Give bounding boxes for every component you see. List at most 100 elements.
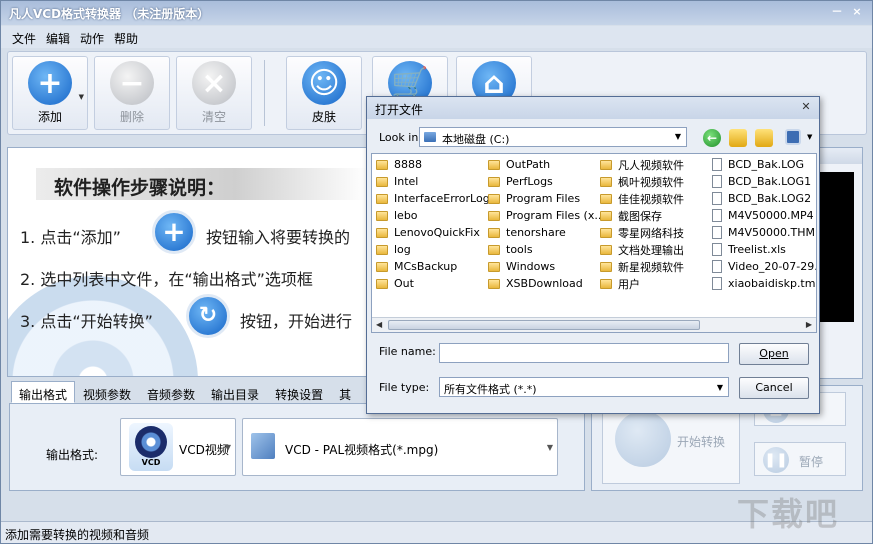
chevron-down-icon: ▼	[674, 132, 681, 141]
file-icon	[712, 158, 722, 171]
file-item[interactable]: BCD_Bak.LOG2	[712, 190, 816, 207]
folder-icon	[600, 193, 612, 204]
refresh-icon	[615, 411, 671, 467]
close-icon[interactable]: ✕	[799, 100, 813, 114]
chevron-down-icon[interactable]: ▼	[807, 133, 812, 141]
folder-item[interactable]: 枫叶视频软件	[600, 173, 684, 190]
item-label: 凡人视频软件	[618, 158, 684, 172]
file-icon	[712, 260, 722, 273]
pause-button[interactable]: ❚❚ 暂停	[754, 442, 846, 476]
tab-output-dir[interactable]: 输出目录	[203, 381, 267, 403]
scroll-right-icon[interactable]: ▶	[806, 320, 812, 329]
file-type-value: 所有文件格式 (*.*)	[444, 383, 537, 396]
drive-icon	[424, 132, 436, 142]
folder-item[interactable]: log	[376, 241, 490, 258]
folder-item[interactable]: 截图保存	[600, 207, 684, 224]
new-folder-icon[interactable]	[755, 129, 773, 147]
file-item[interactable]: Video_20-07-29...	[712, 258, 816, 275]
tab-audio-params[interactable]: 音频参数	[139, 381, 203, 403]
skin-button[interactable]: ☺ 皮肤	[286, 56, 362, 130]
scroll-left-icon[interactable]: ◀	[376, 320, 382, 329]
folder-icon	[488, 261, 500, 272]
folder-item[interactable]: OutPath	[488, 156, 605, 173]
item-label: tools	[506, 243, 533, 256]
menu-action[interactable]: 动作	[75, 26, 109, 48]
file-item[interactable]: Treelist.xls	[712, 241, 816, 258]
folder-item[interactable]: MCsBackup	[376, 258, 490, 275]
file-icon	[712, 192, 722, 205]
item-label: BCD_Bak.LOG1	[728, 175, 812, 188]
folder-item[interactable]: 新星视频软件	[600, 258, 684, 275]
menu-edit[interactable]: 编辑	[41, 26, 75, 48]
folder-item[interactable]: XSBDownload	[488, 275, 605, 292]
close-button[interactable]: ×	[848, 4, 866, 20]
file-name-input[interactable]	[439, 343, 729, 363]
folder-icon	[600, 210, 612, 221]
horizontal-scrollbar[interactable]: ◀ ▶	[372, 317, 816, 332]
file-item[interactable]: M4V50000.MP4	[712, 207, 816, 224]
item-label: Out	[394, 277, 414, 290]
back-icon[interactable]: ←	[703, 129, 721, 147]
view-menu-icon[interactable]	[785, 129, 801, 145]
add-button[interactable]: + 添加 ▼	[12, 56, 88, 130]
folder-item[interactable]: 文档处理输出	[600, 241, 684, 258]
file-item[interactable]: BCD_Bak.LOG1	[712, 173, 816, 190]
scroll-thumb[interactable]	[388, 320, 700, 330]
item-label: BCD_Bak.LOG2	[728, 192, 812, 205]
folder-item[interactable]: 佳佳视频软件	[600, 190, 684, 207]
file-item[interactable]: M4V50000.THM	[712, 224, 816, 241]
item-label: 新星视频软件	[618, 260, 684, 274]
window-controls: － ×	[828, 4, 866, 20]
folder-item[interactable]: tools	[488, 241, 605, 258]
output-format-panel: 输出格式: VCD VCD视频 ▼ VCD - PAL视频格式(*.mpg) ▼	[9, 403, 585, 491]
format-category-select[interactable]: VCD VCD视频 ▼	[120, 418, 236, 476]
folder-icon	[376, 210, 388, 221]
folder-item[interactable]: Program Files	[488, 190, 605, 207]
item-label: Intel	[394, 175, 419, 188]
format-preset-value: VCD - PAL视频格式(*.mpg)	[285, 443, 439, 457]
folder-item[interactable]: tenorshare	[488, 224, 605, 241]
folder-item[interactable]: 凡人视频软件	[600, 156, 684, 173]
minimize-button[interactable]: －	[828, 4, 846, 20]
folder-item[interactable]: PerfLogs	[488, 173, 605, 190]
menu-file[interactable]: 文件	[7, 26, 41, 48]
menu-help[interactable]: 帮助	[109, 26, 143, 48]
folder-icon	[376, 244, 388, 255]
folder-item[interactable]: Out	[376, 275, 490, 292]
folder-icon	[600, 159, 612, 170]
folder-item[interactable]: 用户	[600, 275, 684, 292]
delete-button[interactable]: − 删除	[94, 56, 170, 130]
folder-item[interactable]: 零星网络科技	[600, 224, 684, 241]
folder-item[interactable]: Intel	[376, 173, 490, 190]
tab-output-format[interactable]: 输出格式	[11, 381, 76, 403]
folder-item[interactable]: Program Files (x...	[488, 207, 605, 224]
minus-icon: −	[110, 61, 154, 105]
clear-button[interactable]: × 清空	[176, 56, 252, 130]
tab-video-params[interactable]: 视频参数	[75, 381, 139, 403]
chevron-down-icon[interactable]: ▼	[79, 93, 84, 101]
folder-item[interactable]: Windows	[488, 258, 605, 275]
look-in-value: 本地磁盘 (C:)	[442, 133, 510, 146]
file-column: OutPath PerfLogs Program Files Program File…	[488, 156, 605, 292]
item-label: lebo	[394, 209, 418, 222]
format-preset-select[interactable]: VCD - PAL视频格式(*.mpg) ▼	[242, 418, 558, 476]
folder-item[interactable]: 8888	[376, 156, 490, 173]
file-item[interactable]: BCD_Bak.LOG	[712, 156, 816, 173]
up-folder-icon[interactable]	[729, 129, 747, 147]
look-in-select[interactable]: 本地磁盘 (C:) ▼	[419, 127, 687, 147]
x-icon: ×	[192, 61, 236, 105]
item-label: PerfLogs	[506, 175, 553, 188]
file-icon	[712, 243, 722, 256]
folder-item[interactable]: LenovoQuickFix	[376, 224, 490, 241]
folder-item[interactable]: lebo	[376, 207, 490, 224]
step1-text-tail: 按钮输入将要转换的	[206, 228, 351, 247]
file-item[interactable]: xiaobaidiskp.tmp	[712, 275, 816, 292]
tab-other[interactable]: 其	[331, 381, 359, 403]
tab-convert-settings[interactable]: 转换设置	[267, 381, 331, 403]
folder-icon	[376, 261, 388, 272]
add-label: 添加	[37, 110, 62, 124]
file-type-select[interactable]: 所有文件格式 (*.*) ▼	[439, 377, 729, 397]
cancel-button[interactable]: Cancel	[739, 377, 809, 399]
folder-item[interactable]: InterfaceErrorLog	[376, 190, 490, 207]
open-button[interactable]: Open	[739, 343, 809, 365]
